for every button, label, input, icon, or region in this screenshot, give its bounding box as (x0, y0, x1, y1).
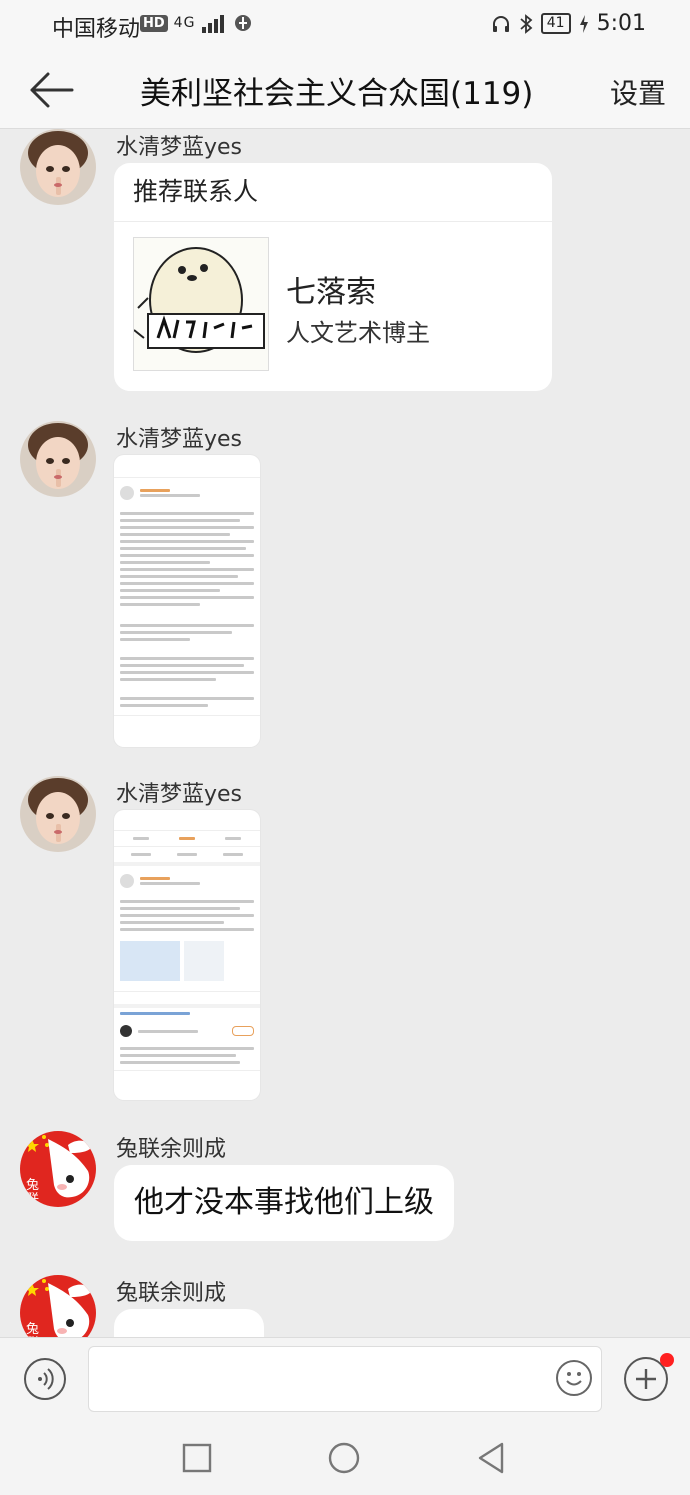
settings-button[interactable]: 设置 (610, 72, 666, 112)
image-message[interactable] (114, 455, 260, 747)
voice-icon[interactable] (24, 1358, 66, 1400)
bluetooth-icon (520, 13, 533, 34)
contact-card[interactable]: 推荐联系人 七落索 人文艺术博主 (114, 163, 552, 391)
svg-text:兔: 兔 (26, 1178, 39, 1193)
group-title: 美利坚社会主义合众国(119) (140, 76, 534, 112)
battery-indicator: 41 (540, 13, 571, 34)
image-message[interactable] (114, 810, 260, 1100)
card-title: 推荐联系人 (114, 163, 552, 222)
clock: 5:01 (596, 11, 646, 36)
data-saver-icon (235, 15, 252, 31)
arrow-left-icon[interactable] (26, 70, 76, 110)
system-nav-bar (0, 1421, 690, 1495)
contact-avatar (133, 237, 269, 371)
sender-name: 兔联余则成 (116, 1137, 227, 1162)
chat-header: 美利坚社会主义合众国(119) 设置 (0, 50, 690, 129)
svg-text:兔: 兔 (26, 1322, 39, 1337)
avatar[interactable] (20, 421, 96, 497)
network-type-label: 4G (173, 15, 196, 31)
network-indicators: HD 4G (140, 13, 253, 33)
status-bar: 中国移动 HD 4G 41 5:01 (0, 0, 690, 50)
avatar[interactable]: 兔 联 (20, 1275, 96, 1337)
text-bubble[interactable]: 他才没本事找他们上级 (114, 1165, 454, 1241)
headphone-icon (492, 15, 509, 32)
hd-badge: HD (140, 14, 168, 32)
contact-name: 七落索 (286, 275, 376, 310)
contact-description: 人文艺术博主 (286, 319, 430, 347)
triangle-back-icon[interactable] (476, 1441, 506, 1475)
notification-dot (660, 1353, 674, 1367)
sender-name: 水清梦蓝yes (116, 427, 243, 452)
avatar[interactable] (20, 776, 96, 852)
sender-name: 水清梦蓝yes (116, 782, 243, 807)
emoji-icon[interactable] (556, 1360, 592, 1396)
status-right: 41 5:01 (491, 11, 646, 36)
carrier-label: 中国移动 (52, 17, 141, 42)
signal-icon (202, 15, 225, 33)
square-icon[interactable] (182, 1443, 212, 1473)
text-bubble[interactable] (114, 1309, 264, 1337)
charging-icon (579, 14, 588, 33)
circle-icon[interactable] (328, 1442, 360, 1474)
sender-name: 兔联余则成 (116, 1281, 227, 1306)
input-bar (0, 1337, 690, 1422)
avatar[interactable]: 兔 联 (20, 1131, 96, 1207)
svg-text:联: 联 (26, 1192, 39, 1207)
avatar[interactable] (20, 129, 96, 205)
message-input[interactable] (88, 1346, 602, 1412)
sender-name: 水清梦蓝yes (116, 135, 243, 160)
message-list[interactable]: 水清梦蓝yes 推荐联系人 七落索 人文艺术博主 水清梦蓝yes 水清梦蓝yes… (0, 129, 690, 1337)
